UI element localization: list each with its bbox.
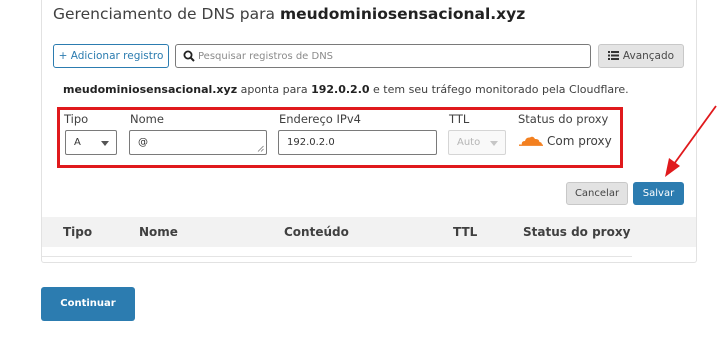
column-header-name: Nome xyxy=(139,225,178,239)
page-title: Gerenciamento de DNS para meudominiosens… xyxy=(53,5,525,23)
chevron-down-icon xyxy=(101,141,109,146)
proxy-status-toggle[interactable]: Com proxy xyxy=(519,134,612,148)
save-button[interactable]: Salvar xyxy=(633,182,684,205)
ipv4-input[interactable]: 192.0.2.0 xyxy=(278,130,437,155)
cancel-button[interactable]: Cancelar xyxy=(566,182,628,205)
advanced-filter-icon xyxy=(607,50,619,60)
info-domain: meudominiosensacional.xyz xyxy=(63,83,238,96)
ttl-select: Auto xyxy=(448,130,506,155)
proxy-status-label: Status do proxy xyxy=(518,112,609,126)
info-ip: 192.0.2.0 xyxy=(311,83,370,96)
proxy-status-value: Com proxy xyxy=(547,134,612,148)
column-header-proxy-status: Status do proxy xyxy=(523,225,631,239)
search-box[interactable] xyxy=(175,44,591,68)
advanced-button[interactable]: Avançado xyxy=(598,44,684,68)
column-header-ttl: TTL xyxy=(453,225,478,239)
resize-handle-icon[interactable] xyxy=(257,145,264,152)
search-input[interactable] xyxy=(198,47,583,65)
name-input-value: @ xyxy=(138,137,148,148)
zone-info-text: meudominiosensacional.xyz aponta para 19… xyxy=(63,83,629,96)
ttl-label: TTL xyxy=(449,112,470,126)
search-icon xyxy=(183,50,195,62)
page-title-prefix: Gerenciamento de DNS para xyxy=(53,5,280,23)
chevron-down-icon xyxy=(490,141,498,146)
ttl-select-value: Auto xyxy=(457,137,481,148)
name-input[interactable]: @ xyxy=(129,130,267,155)
page-title-domain: meudominiosensacional.xyz xyxy=(279,5,526,23)
type-label: Tipo xyxy=(64,112,89,126)
type-select[interactable]: A xyxy=(65,130,117,155)
name-label: Nome xyxy=(130,112,164,126)
add-record-button[interactable]: + Adicionar registro xyxy=(53,44,169,68)
ipv4-input-value: 192.0.2.0 xyxy=(287,137,335,148)
cloud-proxy-icon xyxy=(519,136,543,146)
ipv4-label: Endereço IPv4 xyxy=(279,112,361,126)
continue-button[interactable]: Continuar xyxy=(41,287,135,321)
column-header-type: Tipo xyxy=(63,225,93,239)
info-text-1: aponta para xyxy=(237,83,312,96)
type-select-value: A xyxy=(74,137,81,148)
column-header-content: Conteúdo xyxy=(284,225,349,239)
advanced-button-label: Avançado xyxy=(622,50,675,62)
table-row-divider xyxy=(42,256,632,257)
info-text-2: e tem seu tráfego monitorado pela Cloudf… xyxy=(369,83,629,96)
